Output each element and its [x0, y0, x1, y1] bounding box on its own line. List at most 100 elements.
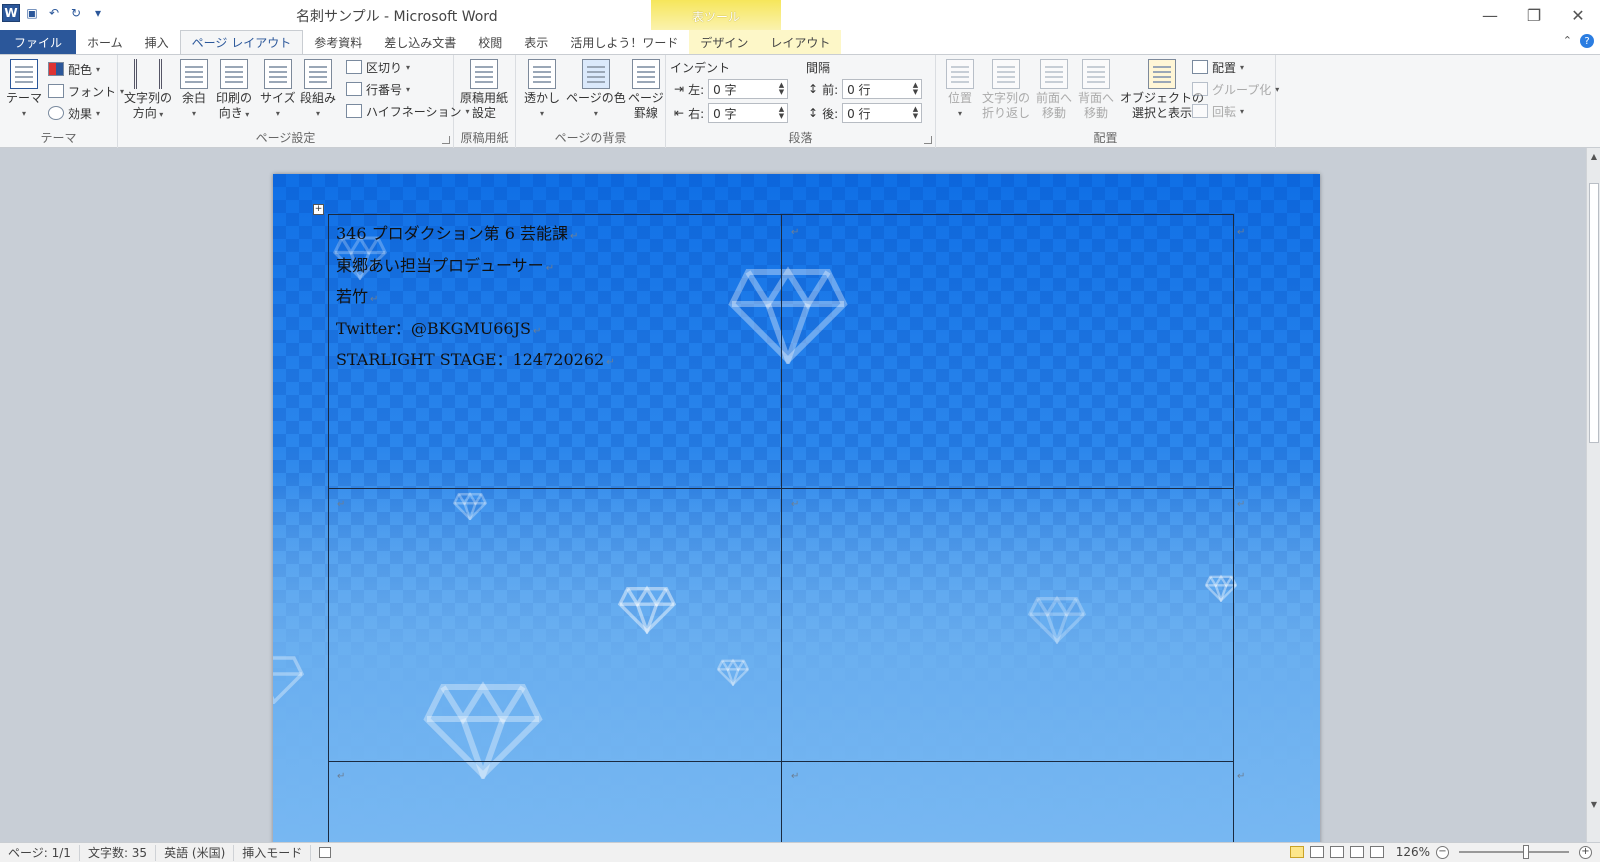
tab-table-layout[interactable]: レイアウト	[759, 30, 842, 54]
tab-home[interactable]: ホーム	[76, 30, 134, 54]
status-insert-mode[interactable]: 挿入モード	[234, 844, 312, 861]
help-icon[interactable]: ?	[1580, 34, 1594, 48]
page-color-button[interactable]: ページの色 ▾	[566, 59, 626, 121]
tab-table-design[interactable]: デザイン	[689, 30, 760, 54]
fonts-button[interactable]: フォント ▾	[48, 81, 124, 101]
spacing-before-icon: ↕	[808, 82, 819, 96]
business-card-text[interactable]: 346 プロダクション第 6 芸能課 ↵ 東郷あい担当プロデューサー ↵ 若竹 ↵ T…	[336, 218, 615, 376]
zoom-out-icon[interactable]: −	[1436, 845, 1449, 859]
tab-references[interactable]: 参考資料	[303, 30, 373, 54]
close-icon[interactable]: ✕	[1556, 0, 1600, 30]
table-divider	[329, 488, 1233, 489]
outline-view-icon[interactable]	[1349, 846, 1364, 858]
watermark-button[interactable]: 透かし ▾	[524, 59, 560, 121]
send-backward-button[interactable]: 背面へ 移動	[1078, 59, 1114, 121]
zoom-level[interactable]: 126%	[1396, 845, 1430, 859]
save-icon[interactable]: ▣	[22, 3, 42, 23]
position-button[interactable]: 位置 ▾	[946, 59, 974, 121]
tab-review[interactable]: 校閲	[467, 30, 513, 54]
document-page[interactable]: ↵ ↵ ↵ ↵ ↵ ↵ ↵ ↵ + 346 プロダクション第 6 芸能課 ↵ 東郷…	[273, 174, 1320, 842]
vertical-scrollbar[interactable]: ▲ ▼	[1586, 148, 1600, 842]
orientation-icon	[220, 59, 248, 89]
breaks-icon	[346, 60, 362, 74]
spacing-after-row: ↕ 後: 0 行 ▲ ▼	[808, 103, 923, 123]
scroll-down-icon[interactable]: ▼	[1589, 800, 1599, 812]
theme-button[interactable]: テーマ ▾	[6, 59, 42, 121]
indent-left-row: ⇥ 左: 0 字 ▲ ▼	[674, 79, 789, 99]
breaks-button[interactable]: 区切り ▾	[346, 57, 410, 77]
restore-icon[interactable]: ❐	[1512, 0, 1556, 30]
card-line-game-id[interactable]: STARLIGHT STAGE：124720262 ↵	[336, 344, 615, 376]
customize-qat-icon[interactable]: ▾	[88, 3, 108, 23]
ribbon: テーマ ▾ 配色 ▾ フォント ▾ 効果 ▾ テーマ 文字列の 方向 ▾ 余白 ▾	[0, 54, 1600, 148]
spacing-before-field[interactable]: 0 行 ▲ ▼	[842, 79, 923, 99]
zoom-in-icon[interactable]: +	[1579, 845, 1592, 859]
indent-right-field[interactable]: 0 字 ▲ ▼	[708, 103, 789, 123]
full-screen-reading-icon[interactable]	[1309, 846, 1324, 858]
page-setup-launcher-icon[interactable]	[442, 136, 450, 144]
table-divider	[781, 215, 782, 842]
table-divider	[329, 761, 1233, 762]
colors-button[interactable]: 配色 ▾	[48, 59, 100, 79]
spacing-after-field[interactable]: 0 行 ▲ ▼	[842, 103, 923, 123]
orientation-button[interactable]: 印刷の 向き ▾	[216, 59, 252, 122]
cell-end-mark: ↵	[337, 771, 346, 782]
line-numbers-icon	[346, 82, 362, 96]
bring-forward-button[interactable]: 前面へ 移動	[1036, 59, 1072, 121]
columns-button[interactable]: 段組み ▾	[300, 59, 336, 121]
rotate-button[interactable]: 回転 ▾	[1192, 101, 1244, 121]
minimize-icon[interactable]: —	[1468, 0, 1512, 30]
spacing-heading: 間隔	[806, 61, 831, 75]
web-layout-icon[interactable]	[1329, 846, 1344, 858]
align-button[interactable]: 配置 ▾	[1192, 57, 1244, 77]
text-direction-button[interactable]: 文字列の 方向 ▾	[124, 59, 172, 122]
cell-end-mark: ↵	[791, 227, 800, 238]
card-line-name[interactable]: 若竹 ↵	[336, 281, 615, 313]
size-icon	[263, 59, 292, 89]
undo-icon[interactable]: ↶	[44, 3, 64, 23]
card-line-twitter[interactable]: Twitter：@BKGMU66JS ↵	[336, 313, 615, 345]
bring-forward-icon	[1040, 59, 1068, 89]
group-arrange: 位置 ▾ 文字列の 折り返し 前面へ 移動 背面へ 移動 オブジェクトの 選択と表…	[936, 55, 1279, 148]
margins-button[interactable]: 余白 ▾	[180, 59, 208, 121]
status-word-count[interactable]: 文字数: 35	[80, 844, 157, 861]
colors-icon	[48, 62, 64, 76]
table-move-handle-icon[interactable]: +	[313, 204, 324, 215]
tab-page-layout[interactable]: ページ レイアウト	[179, 30, 304, 54]
word-logo-icon[interactable]: W	[2, 4, 20, 22]
tab-file[interactable]: ファイル	[0, 30, 77, 54]
genko-settings-button[interactable]: 原稿用紙 設定	[460, 59, 508, 121]
indent-right-icon: ⇤	[674, 106, 685, 120]
wrap-text-button[interactable]: 文字列の 折り返し	[982, 59, 1030, 121]
tab-addin[interactable]: 活用しよう！ワード	[559, 30, 689, 54]
hyphenation-button[interactable]: ハイフネーション ▾	[346, 101, 470, 121]
title-bar: W ▣ ↶ ↻ ▾ 名刺サンプル - Microsoft Word 表ツール —…	[0, 0, 1600, 32]
scroll-up-icon[interactable]: ▲	[1589, 152, 1599, 164]
page-borders-button[interactable]: ページ 罫線	[628, 59, 664, 121]
hyphenation-icon	[346, 104, 362, 118]
minimize-ribbon-icon[interactable]: ⌃	[1563, 34, 1572, 48]
effects-button[interactable]: 効果 ▾	[48, 103, 100, 123]
card-line-role[interactable]: 東郷あい担当プロデューサー ↵	[336, 250, 615, 282]
tab-mailings[interactable]: 差し込み文書	[373, 30, 467, 54]
card-line-company[interactable]: 346 プロダクション第 6 芸能課 ↵	[336, 218, 615, 250]
fonts-icon	[48, 84, 64, 98]
indent-left-field[interactable]: 0 字 ▲ ▼	[708, 79, 789, 99]
scrollbar-thumb[interactable]	[1589, 183, 1599, 443]
draft-view-icon[interactable]	[1369, 846, 1384, 858]
cell-end-mark: ↵	[1237, 227, 1246, 238]
tab-insert[interactable]: 挿入	[134, 30, 180, 54]
status-language[interactable]: 英語 (米国)	[156, 844, 235, 861]
size-button[interactable]: サイズ ▾	[260, 59, 296, 121]
effects-icon	[48, 106, 64, 120]
macro-record-icon[interactable]	[311, 845, 339, 861]
paragraph-launcher-icon[interactable]	[924, 136, 932, 144]
print-layout-view-icon[interactable]	[1289, 846, 1304, 858]
status-page[interactable]: ページ: 1/1	[0, 844, 80, 861]
tab-view[interactable]: 表示	[513, 30, 559, 54]
zoom-slider-knob[interactable]	[1523, 845, 1529, 859]
group-button[interactable]: グループ化 ▾	[1192, 79, 1279, 99]
zoom-slider[interactable]	[1459, 845, 1569, 859]
redo-icon[interactable]: ↻	[66, 3, 86, 23]
line-numbers-button[interactable]: 行番号 ▾	[346, 79, 410, 99]
